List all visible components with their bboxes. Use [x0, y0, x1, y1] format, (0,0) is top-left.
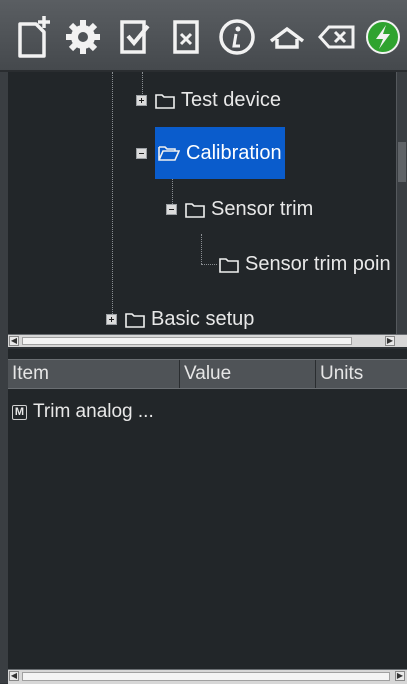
- collapse-icon[interactable]: [166, 204, 177, 215]
- new-document-icon[interactable]: [12, 14, 56, 60]
- tree-vertical-scrollbar[interactable]: [396, 72, 407, 335]
- connect-icon[interactable]: [363, 14, 403, 60]
- folder-icon: [155, 93, 175, 109]
- toolbar: [0, 0, 407, 72]
- folder-icon: [219, 257, 239, 273]
- scroll-left-icon[interactable]: ◀: [9, 336, 19, 346]
- folder-open-icon: [158, 146, 180, 161]
- column-header-value[interactable]: Value: [180, 360, 316, 388]
- delete-document-icon[interactable]: [165, 14, 209, 60]
- backspace-icon[interactable]: [315, 14, 359, 60]
- expand-icon[interactable]: [106, 314, 117, 325]
- grid-row[interactable]: M Trim analog ...: [8, 401, 154, 423]
- tree-line: [201, 264, 217, 265]
- tree-node-sensor-trim[interactable]: Sensor trim: [166, 198, 313, 221]
- tree-line: [112, 72, 113, 318]
- tree-horizontal-scrollbar[interactable]: ◀ ▶: [8, 334, 407, 347]
- scroll-thumb[interactable]: [22, 672, 390, 681]
- tree-view: Test device Calibration Sensor trim Sens…: [8, 72, 407, 347]
- tree-node-test-device[interactable]: Test device: [136, 89, 281, 112]
- expand-icon[interactable]: [136, 95, 147, 106]
- scroll-thumb[interactable]: [398, 142, 406, 182]
- gear-icon[interactable]: [61, 14, 105, 60]
- scroll-left-icon[interactable]: ◀: [9, 671, 19, 681]
- left-edge: [0, 72, 8, 683]
- info-icon[interactable]: [215, 14, 259, 60]
- folder-icon: [185, 202, 205, 218]
- scroll-right-icon[interactable]: ▶: [395, 671, 405, 681]
- folder-icon: [125, 312, 145, 328]
- tree-node-label: Test device: [181, 89, 282, 111]
- home-icon[interactable]: [265, 14, 309, 60]
- grid-row-item: Trim analog ...: [33, 401, 154, 422]
- selected-node[interactable]: Calibration: [155, 127, 285, 179]
- tree-node-label: Sensor trim poin: [245, 253, 391, 275]
- tree-node-label: Calibration: [186, 141, 282, 164]
- column-header-item[interactable]: Item: [8, 360, 180, 388]
- tree-node-calibration[interactable]: Calibration: [136, 127, 285, 179]
- method-badge-icon: M: [12, 404, 27, 420]
- grid-header: Item Value Units: [8, 359, 407, 389]
- parameter-grid: Item Value Units M Trim analog ... ◀ ▶: [8, 349, 407, 684]
- tree-node-label: Basic setup: [151, 308, 255, 330]
- scroll-thumb[interactable]: [22, 337, 352, 345]
- collapse-icon[interactable]: [136, 147, 147, 159]
- tree-node-label: Sensor trim: [211, 198, 314, 220]
- scroll-right-icon[interactable]: ▶: [385, 336, 395, 346]
- check-document-icon[interactable]: [112, 14, 156, 60]
- tree-line: [201, 234, 202, 264]
- tree-node-basic-setup[interactable]: Basic setup: [106, 308, 254, 331]
- grid-horizontal-scrollbar[interactable]: ◀ ▶: [8, 669, 407, 684]
- column-header-units[interactable]: Units: [316, 360, 407, 388]
- tree-node-sensor-trim-points[interactable]: Sensor trim poin: [219, 253, 391, 276]
